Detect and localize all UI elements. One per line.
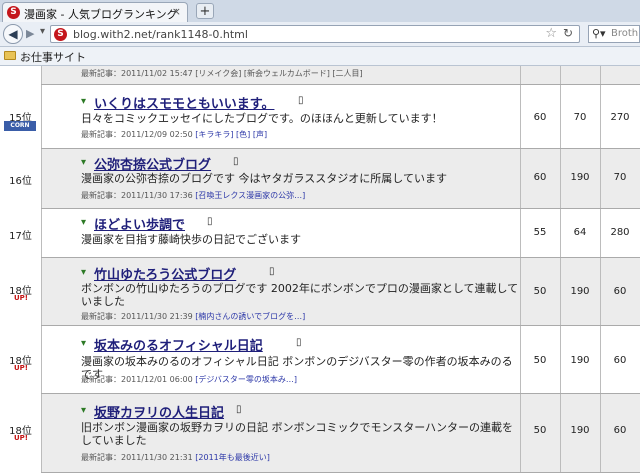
latest-entry-meta: 最新記事：2011/12/01 06:00 bbox=[81, 375, 193, 384]
stat-in: 50 bbox=[533, 425, 547, 436]
table-row: 最新記事：2011/11/02 15:47 [リメイク会] [新会ウェルカムボー… bbox=[41, 66, 640, 85]
table-row: 15位 CORN ▾ いくりはスモモともいいます。 ▯ 日々をコミックエッセイに… bbox=[4, 85, 640, 149]
latest-entry-meta: 最新記事：2011/11/30 21:31 bbox=[81, 453, 193, 462]
search-box[interactable]: ⚲▾ Broth bbox=[588, 25, 640, 43]
stat-total: 60 bbox=[613, 286, 627, 297]
stat-out: 190 bbox=[570, 172, 590, 183]
navigation-bar: ◀ ▶ ▾ S blog.with2.net/rank1148-0.html ☆… bbox=[0, 22, 640, 47]
blog-description: 漫画家を目指す藤崎快歩の日記でございます bbox=[81, 233, 301, 246]
up-badge: UP! bbox=[13, 364, 28, 372]
address-bar[interactable]: S blog.with2.net/rank1148-0.html ☆ ↻ bbox=[50, 25, 580, 43]
ranking-mark-icon: ▾ bbox=[81, 157, 87, 168]
latest-entry-meta: 最新記事：2011/11/30 21:39 bbox=[81, 312, 193, 321]
mobile-icon: ▯ bbox=[236, 404, 242, 415]
bookmarks-bar: お仕事サイト bbox=[0, 47, 640, 66]
reload-icon[interactable]: ↻ bbox=[563, 26, 573, 40]
stat-in: 60 bbox=[533, 172, 547, 183]
latest-entry-links[interactable]: [楠内さんの誘いでブログを…] bbox=[195, 312, 305, 321]
back-button[interactable]: ◀ bbox=[3, 24, 23, 44]
tab-close-icon[interactable]: × bbox=[172, 5, 181, 18]
blog-title-link[interactable]: 公弥杏捺公式ブログ bbox=[94, 154, 211, 173]
page-content: 最新記事：2011/11/02 15:47 [リメイク会] [新会ウェルカムボー… bbox=[0, 66, 640, 473]
mobile-icon: ▯ bbox=[269, 266, 275, 277]
tab-bar: S 漫画家 - 人気ブログランキング × + bbox=[0, 0, 640, 23]
latest-entry-links[interactable]: [キラキラ] [色] [声] bbox=[195, 130, 267, 139]
ranking-mark-icon: ▾ bbox=[81, 405, 87, 416]
stat-total: 70 bbox=[613, 172, 627, 183]
stat-in: 50 bbox=[533, 286, 547, 297]
rank-label: 17位 bbox=[9, 231, 32, 242]
rank-badge: CORN bbox=[4, 121, 36, 131]
stat-in: 55 bbox=[533, 227, 547, 238]
ranking-mark-icon: ▾ bbox=[81, 267, 87, 278]
blog-description: 旧ボンボン漫画家の坂野カヲリの日記 ボンボンコミックでモンスターハンターの連載を… bbox=[81, 421, 514, 447]
forward-button[interactable]: ▶ bbox=[26, 27, 34, 40]
new-tab-button[interactable]: + bbox=[196, 3, 214, 19]
folder-icon bbox=[4, 51, 16, 60]
table-row: 18位 UP! ▾ 坂本みのるオフィシャル日記 ▯ 漫画家の坂本みのるのオフィシ… bbox=[9, 326, 640, 394]
blog-description: 日々をコミックエッセイにしたブログです。のほほんと更新しています！ bbox=[81, 112, 443, 125]
latest-entry-meta: 最新記事：2011/11/02 15:47 [リメイク会] [新会ウェルカムボー… bbox=[81, 69, 363, 78]
stat-total: 270 bbox=[610, 112, 630, 123]
ranking-mark-icon: ▾ bbox=[81, 338, 87, 349]
blog-description: ボンボンの竹山ゆたろうのブログです 2002年にボンボンでプロの漫画家として連載… bbox=[81, 282, 519, 308]
rank-label: 16位 bbox=[9, 176, 32, 187]
latest-entry-meta: 最新記事：2011/11/30 17:36 bbox=[81, 191, 193, 200]
blog-description: 漫画家の公弥杏捺のブログです 今はヤタガラススタジオに所属しています bbox=[81, 172, 447, 185]
blog-title-link[interactable]: 坂本みのるオフィシャル日記 bbox=[94, 335, 263, 354]
site-identity-icon: S bbox=[54, 28, 67, 41]
stat-total: 60 bbox=[613, 425, 627, 436]
stat-out: 190 bbox=[570, 286, 590, 297]
search-placeholder: Broth bbox=[611, 28, 639, 39]
stat-total: 60 bbox=[613, 355, 627, 366]
stat-out: 190 bbox=[570, 355, 590, 366]
table-row: 18位 UP! ▾ 坂野カヲリの人生日記 ▯ 旧ボンボン漫画家の坂野カヲリの日記… bbox=[9, 394, 640, 473]
table-row: 18位 UP! ▾ 竹山ゆたろう公式ブログ ▯ ボンボンの竹山ゆたろうのブログで… bbox=[9, 258, 640, 326]
tab-title: 漫画家 - 人気ブログランキング bbox=[24, 8, 178, 21]
ranking-mark-icon: ▾ bbox=[81, 96, 87, 107]
latest-entry-meta: 最新記事：2011/12/09 02:50 bbox=[81, 130, 193, 139]
mobile-icon: ▯ bbox=[207, 216, 213, 227]
latest-entry-links[interactable]: [2011年も最後近い] bbox=[195, 453, 270, 462]
mobile-icon: ▯ bbox=[298, 95, 304, 106]
stat-out: 70 bbox=[573, 112, 587, 123]
blog-title-link[interactable]: 竹山ゆたろう公式ブログ bbox=[94, 264, 236, 283]
blog-title-link[interactable]: 坂野カヲリの人生日記 bbox=[94, 402, 224, 421]
bookmark-star-icon[interactable]: ☆ bbox=[545, 26, 557, 41]
bookmark-folder-label[interactable]: お仕事サイト bbox=[20, 49, 86, 65]
ranking-mark-icon: ▾ bbox=[81, 217, 87, 228]
table-row: 17位 ▾ ほどよい歩調で ▯ 漫画家を目指す藤崎快歩の日記でございます 55 … bbox=[9, 209, 640, 258]
search-engine-icon[interactable]: ⚲▾ bbox=[592, 27, 606, 40]
blog-title-link[interactable]: いくりはスモモともいいます。 bbox=[94, 93, 274, 112]
history-dropdown-icon[interactable]: ▾ bbox=[40, 26, 45, 37]
mobile-icon: ▯ bbox=[233, 156, 239, 167]
stat-in: 50 bbox=[533, 355, 547, 366]
blog-title-link[interactable]: ほどよい歩調で bbox=[94, 214, 185, 233]
table-row: 16位 ▾ 公弥杏捺公式ブログ ▯ 漫画家の公弥杏捺のブログです 今はヤタガラス… bbox=[9, 149, 640, 209]
stat-out: 64 bbox=[573, 227, 587, 238]
address-text[interactable]: blog.with2.net/rank1148-0.html bbox=[73, 28, 248, 41]
tab-active[interactable]: S 漫画家 - 人気ブログランキング × bbox=[2, 2, 188, 22]
latest-entry-links[interactable]: [召喚王レクス漫画家の公弥…] bbox=[195, 191, 305, 200]
site-favicon-icon: S bbox=[7, 6, 20, 19]
stat-in: 60 bbox=[533, 112, 547, 123]
latest-entry-links[interactable]: [デジバスター零の坂本み…] bbox=[195, 375, 297, 384]
mobile-icon: ▯ bbox=[296, 337, 302, 348]
up-badge: UP! bbox=[13, 434, 28, 442]
stat-out: 190 bbox=[570, 425, 590, 436]
up-badge: UP! bbox=[13, 294, 28, 302]
stat-total: 280 bbox=[610, 227, 630, 238]
